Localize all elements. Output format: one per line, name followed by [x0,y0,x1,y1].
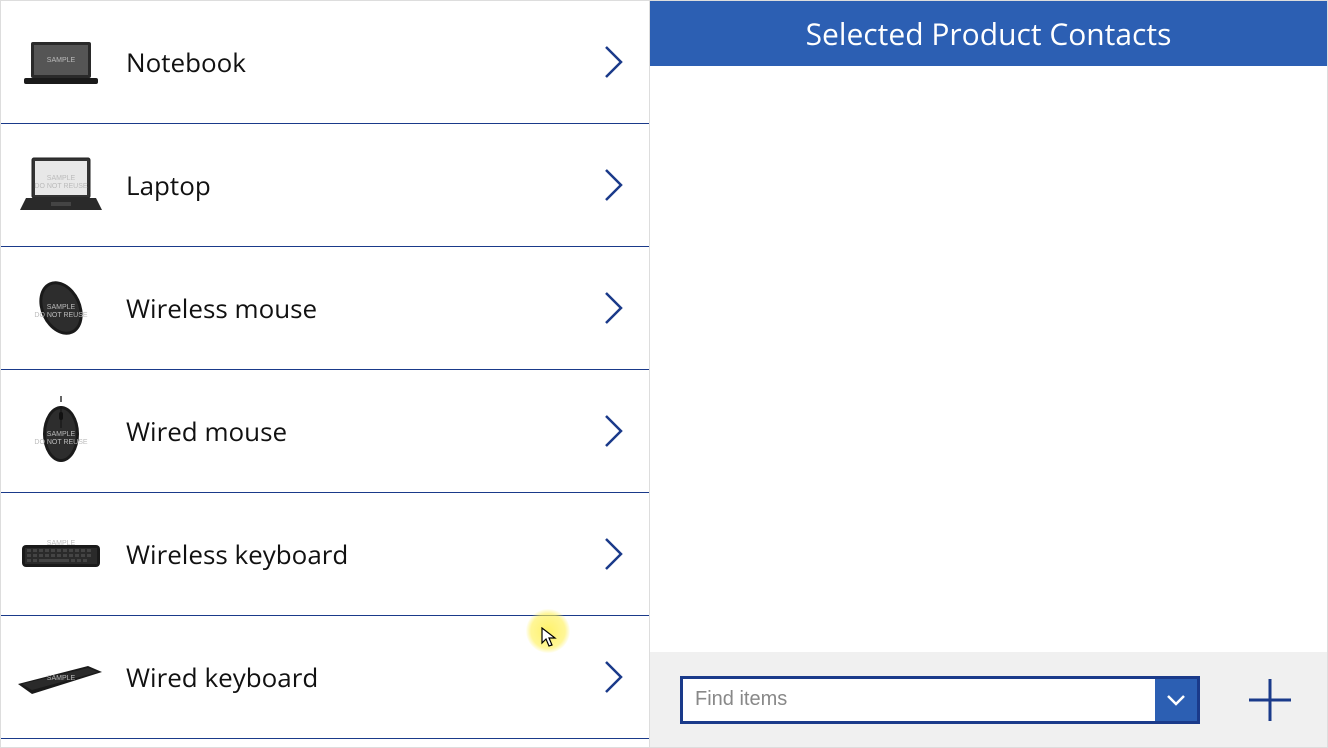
contacts-body [650,66,1327,652]
svg-text:DO NOT REUSE: DO NOT REUSE [34,183,87,190]
contacts-footer [650,652,1327,747]
chevron-right-icon [594,42,634,82]
svg-text:SAMPLE: SAMPLE [47,304,76,311]
find-items-combo[interactable] [680,676,1200,724]
find-items-input[interactable] [683,679,1155,721]
product-row-wireless-keyboard[interactable]: SAMPLE Wireless keyboard [1,493,649,616]
product-row-wireless-mouse[interactable]: SAMPLE DO NOT REUSE Wireless mouse [1,247,649,370]
svg-text:SAMPLE: SAMPLE [47,175,76,182]
svg-text:SAMPLE: SAMPLE [47,431,76,438]
wireless-keyboard-thumb-icon: SAMPLE [11,514,111,594]
svg-text:DO NOT REUSE: DO NOT REUSE [34,439,87,446]
product-label: Wireless mouse [126,290,594,326]
product-row-laptop[interactable]: SAMPLE DO NOT REUSE Laptop [1,124,649,247]
find-items-dropdown-button[interactable] [1155,679,1197,721]
chevron-down-icon [1165,692,1187,708]
chevron-right-icon [594,165,634,205]
chevron-right-icon [594,411,634,451]
wired-keyboard-thumb-icon: SAMPLE [11,637,111,717]
product-label: Notebook [126,44,594,80]
svg-text:DO NOT REUSE: DO NOT REUSE [34,312,87,319]
svg-text:SAMPLE: SAMPLE [47,540,76,547]
notebook-thumb-icon: SAMPLE [11,22,111,102]
wired-mouse-thumb-icon: SAMPLE DO NOT REUSE [11,391,111,471]
chevron-right-icon [594,657,634,697]
product-label: Laptop [126,167,594,203]
contacts-header: Selected Product Contacts [650,1,1327,66]
product-label: Wired mouse [126,413,594,449]
add-button[interactable] [1245,675,1295,725]
wireless-mouse-thumb-icon: SAMPLE DO NOT REUSE [11,268,111,348]
chevron-right-icon [594,288,634,328]
product-row-notebook[interactable]: SAMPLE Notebook [1,1,649,124]
product-row-wired-mouse[interactable]: SAMPLE DO NOT REUSE Wired mouse [1,370,649,493]
product-list-panel[interactable]: SAMPLE Notebook SAMPLE DO NOT REUSE Lapt… [0,0,650,748]
product-label: Wireless keyboard [126,536,594,572]
product-label: Wired keyboard [126,659,594,695]
svg-text:SAMPLE: SAMPLE [47,57,76,64]
product-row-wired-keyboard[interactable]: SAMPLE Wired keyboard [1,616,649,739]
svg-text:SAMPLE: SAMPLE [47,675,76,682]
contacts-panel: Selected Product Contacts [650,0,1328,748]
chevron-right-icon [594,534,634,574]
plus-icon [1245,675,1295,725]
laptop-thumb-icon: SAMPLE DO NOT REUSE [11,145,111,225]
